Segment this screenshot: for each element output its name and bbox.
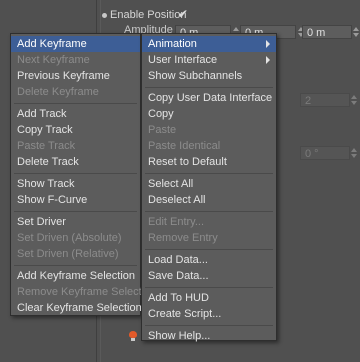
menu-item-label: Add Track <box>17 108 67 120</box>
menu-item-label: Copy User Data Interface <box>148 92 273 104</box>
menu-item-clear-keyframe-selection[interactable]: Clear Keyframe Selection <box>11 300 142 316</box>
menu-item-deselect-all[interactable]: Deselect All <box>142 192 276 208</box>
menu-item-reset-to-default[interactable]: Reset to Default <box>142 154 276 170</box>
menu-item-show-help[interactable]: Show Help... <box>129 328 276 344</box>
menu-item-set-driven-relative: Set Driven (Relative) <box>11 246 140 262</box>
menu-item-select-all[interactable]: Select All <box>142 176 276 192</box>
menu-item-set-driver[interactable]: Set Driver <box>11 214 140 230</box>
menu-item-show-subchannels[interactable]: Show Subchannels <box>142 68 276 84</box>
menu-item-paste: Paste <box>142 122 276 138</box>
menu-item-delete-track[interactable]: Delete Track <box>11 154 140 170</box>
submenu-arrow-icon <box>266 40 270 48</box>
menu-item-label: Add Keyframe Selection <box>17 270 136 282</box>
menu-item-copy[interactable]: Copy <box>142 106 276 122</box>
context-menu-main: Animation User Interface Show Subchannels C… <box>129 33 277 344</box>
menu-item-label: Show Track <box>17 178 75 190</box>
menu-item-show-f-curve[interactable]: Show F-Curve <box>11 192 140 208</box>
menu-item-label: Delete Track <box>17 156 79 168</box>
menu-item-label: Remove Keyframe Selection <box>17 286 157 298</box>
menu-item-label: Show F-Curve <box>17 194 88 206</box>
enable-position-checkmark-icon[interactable]: ✔ <box>178 7 188 21</box>
context-menu-animation-submenu: Add Keyframe Next Keyframe Previous Keyfra… <box>10 33 156 316</box>
menu-item-label: Set Driver <box>17 216 66 228</box>
menu-item-paste-identical: Paste Identical <box>142 138 276 154</box>
menu-item-remove-entry: Remove Entry <box>142 230 276 246</box>
menu-item-copy-user-data-interface[interactable]: Copy User Data Interface <box>142 90 276 106</box>
menu-item-copy-track[interactable]: Copy Track <box>11 122 140 138</box>
menu-item-add-track[interactable]: Add Track <box>11 106 140 122</box>
menu-item-label: Remove Entry <box>148 232 218 244</box>
disabled-angle-spinner <box>350 147 358 159</box>
menu-item-label: Paste Identical <box>148 140 221 152</box>
menu-item-edit-entry: Edit Entry... <box>142 214 276 230</box>
menu-item-set-driven-absolute: Set Driven (Absolute) <box>11 230 140 246</box>
menu-item-label: Next Keyframe <box>17 54 90 66</box>
menu-item-label: Add Keyframe <box>17 38 87 50</box>
menu-item-load-data[interactable]: Load Data... <box>142 252 276 268</box>
menu-item-add-keyframe-selection[interactable]: Add Keyframe Selection <box>11 268 140 284</box>
amplitude-z-spinner[interactable] <box>352 26 360 38</box>
menu-item-label: Save Data... <box>148 270 209 282</box>
menu-item-label: Paste Track <box>17 140 76 152</box>
menu-item-label: Animation <box>148 38 197 50</box>
menu-item-save-data[interactable]: Save Data... <box>142 268 276 284</box>
menu-item-remove-keyframe-selection: Remove Keyframe Selection <box>11 284 156 300</box>
help-lightbulb-icon <box>129 331 137 341</box>
menu-item-label: Edit Entry... <box>148 216 205 228</box>
disabled-value-field: 2 <box>300 93 350 107</box>
menu-item-add-keyframe[interactable]: Add Keyframe <box>11 36 140 52</box>
menu-item-user-interface[interactable]: User Interface <box>142 52 276 68</box>
menu-item-label: Load Data... <box>148 254 208 266</box>
menu-item-show-track[interactable]: Show Track <box>11 176 140 192</box>
menu-item-next-keyframe: Next Keyframe <box>11 52 140 68</box>
menu-item-label: Select All <box>148 178 194 190</box>
menu-item-add-to-hud[interactable]: Add To HUD <box>142 290 276 306</box>
menu-item-animation[interactable]: Animation <box>142 36 276 52</box>
amplitude-z-field[interactable]: 0 m <box>302 25 352 39</box>
menu-item-previous-keyframe[interactable]: Previous Keyframe <box>11 68 140 84</box>
submenu-arrow-icon <box>266 56 270 64</box>
disabled-angle-field: 0 ° <box>300 146 350 160</box>
menu-item-label: Paste <box>148 124 177 136</box>
menu-item-label: Clear Keyframe Selection <box>17 302 142 314</box>
enable-position-label: Enable Position <box>110 9 187 21</box>
menu-item-label: Set Driven (Relative) <box>17 248 119 260</box>
menu-item-label: Deselect All <box>148 194 206 206</box>
disabled-value-spinner <box>350 94 358 106</box>
menu-item-label: Show Subchannels <box>148 70 243 82</box>
menu-item-label: Add To HUD <box>148 292 209 304</box>
menu-item-label: User Interface <box>148 54 218 66</box>
menu-item-label: Previous Keyframe <box>17 70 110 82</box>
menu-item-delete-keyframe: Delete Keyframe <box>11 84 140 100</box>
menu-item-label: Delete Keyframe <box>17 86 99 98</box>
menu-item-paste-track: Paste Track <box>11 138 140 154</box>
menu-item-create-script[interactable]: Create Script... <box>142 306 276 322</box>
menu-item-label: Reset to Default <box>148 156 227 168</box>
menu-item-label: Create Script... <box>148 308 222 320</box>
menu-item-label: Set Driven (Absolute) <box>17 232 122 244</box>
enable-position-bullet <box>102 13 107 18</box>
menu-item-label: Copy Track <box>17 124 73 136</box>
menu-item-label: Show Help... <box>148 330 211 342</box>
menu-item-label: Copy <box>148 108 174 120</box>
